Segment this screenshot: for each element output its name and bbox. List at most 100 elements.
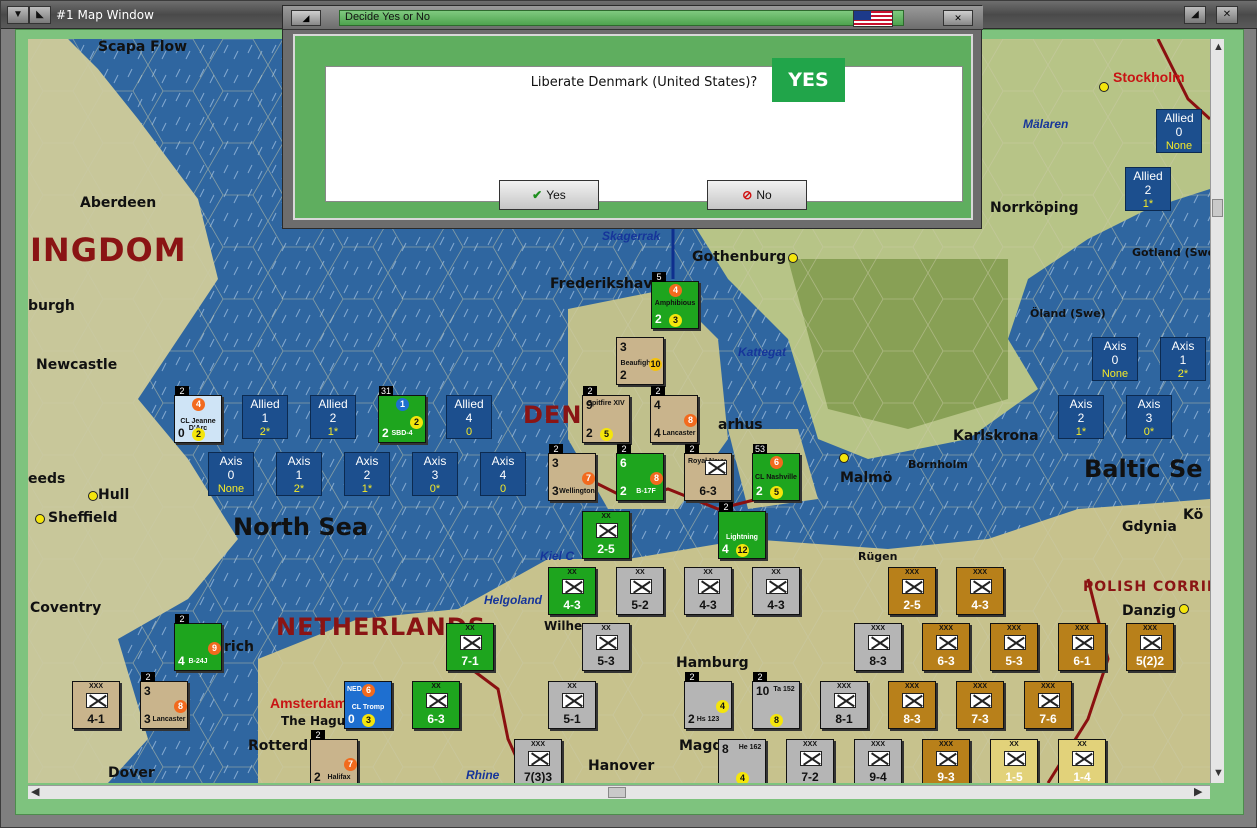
scroll-up-arrow-icon[interactable]: ▲ [1213,41,1224,53]
unit-strength: 8-1 [835,712,853,726]
ground-unit[interactable]: XX 1-5 [990,739,1038,783]
yes-button[interactable]: ✔ Yes [499,180,599,210]
axis-box-east-1[interactable]: Axis 1 2* [1160,337,1206,381]
ground-unit[interactable]: XX 4-3 [548,567,596,615]
axis-box-value: 2 [363,468,371,482]
axis-box-north-2[interactable]: Axis 2 1* [344,452,390,496]
unit-wellington[interactable]: 2 3 Wellington 3 7 [548,444,596,501]
ground-unit[interactable]: XXX 4-3 [956,567,1004,615]
allied-box-4[interactable]: Allied 4 0 [446,395,492,439]
city-label-norrkoping: Norrköping [990,200,1079,216]
unit-badge: 31 [379,386,393,396]
dialog-question: Liberate Denmark (United States)? [530,75,758,90]
axis-box-east-3[interactable]: Axis 3 0* [1126,395,1172,439]
vertical-scroll-thumb[interactable] [1212,199,1223,217]
axis-box-east-2[interactable]: Axis 2 1* [1058,395,1104,439]
scroll-down-arrow-icon[interactable]: ▼ [1213,767,1224,779]
unit-bottom-value: 4 [736,772,749,783]
city-marker-hull[interactable] [88,491,98,501]
axis-box-north-0[interactable]: Axis 0 None [208,452,254,496]
dialog-minimize-button[interactable]: ◢ [291,10,321,26]
city-label-sheffield: Sheffield [48,510,118,526]
axis-box-north-3[interactable]: Axis 3 0* [412,452,458,496]
ground-unit[interactable]: XX 4-3 [752,567,800,615]
allied-box-label: Allied [454,397,484,411]
scroll-right-arrow-icon[interactable]: ▶ [1194,786,1202,798]
ground-unit[interactable]: XXX 9-4 [854,739,902,783]
axis-box-north-4[interactable]: Axis 4 0 [480,452,526,496]
horizontal-scroll-thumb[interactable] [608,787,626,798]
allied-box-value: 1 [261,411,269,425]
city-label-hull: Hull [98,487,130,503]
unit-lancaster[interactable]: 2 4 Lancaster 4 8 [650,386,698,443]
unit-cl-tromp[interactable]: NED 6 CL Tromp 0 3 [344,681,392,729]
unit-he162[interactable]: 8 He 162 4 [718,739,766,783]
window-restore-button[interactable]: ◣ [29,6,51,24]
ground-unit[interactable]: XXX 7-6 [1024,681,1072,729]
ground-unit[interactable]: XXX 2-5 [888,567,936,615]
ground-unit[interactable]: XXX 8-3 [854,623,902,671]
unit-b24j[interactable]: 2 B-24J 4 9 [174,614,222,671]
ground-unit[interactable]: XXX 7-3 [956,681,1004,729]
ground-unit[interactable]: XXX 4-1 [72,681,120,729]
ground-unit[interactable]: XXX 9-3 [922,739,970,783]
allied-box-1[interactable]: Allied 2 1* [1125,167,1171,211]
dialog-close-button[interactable]: ✕ [943,10,973,26]
window-menu-button[interactable]: ▼ [7,6,29,24]
ground-unit[interactable]: XX 2-5 [582,511,630,559]
ground-unit[interactable]: XX 5-3 [582,623,630,671]
unit-cl-nashville[interactable]: 53 6 CL Nashville 2 5 [752,444,800,501]
unit-badge: 5 [652,272,666,282]
city-marker-malmo[interactable] [839,453,849,463]
window-minimize-button[interactable]: ◢ [1184,6,1206,24]
ground-unit[interactable]: XXX 5-3 [990,623,1038,671]
ground-unit[interactable]: XXX 8-1 [820,681,868,729]
unit-ta152[interactable]: 2 10 Ta 152 8 [752,672,800,729]
unit-spitfire[interactable]: 2 9 Spitfire XIV 2 5 [582,386,630,443]
ground-unit[interactable]: XXX 6-1 [1058,623,1106,671]
unit-lightning[interactable]: 2 Lightning 4 12 [718,502,766,559]
city-marker-gothenburg[interactable] [788,253,798,263]
city-marker-sheffield[interactable] [35,514,45,524]
window-close-button[interactable]: ✕ [1216,6,1238,24]
unit-size: XX [431,683,441,690]
vertical-scrollbar[interactable]: ▲ ▼ [1210,39,1224,783]
unit-badge: 53 [753,444,767,454]
ground-unit[interactable]: XX 6-3 [412,681,460,729]
ground-unit[interactable]: XXX 8-3 [888,681,936,729]
unit-strength: 1-5 [1005,770,1023,783]
unit-name: CL Tromp [351,704,385,711]
axis-box-sub: 1* [361,483,373,495]
ground-unit[interactable]: XX 5-1 [548,681,596,729]
unit-cl-jeanne-darc[interactable]: 24CL Jeanne D'Arc02 [174,386,222,443]
unit-halifax[interactable]: 2 Halifax 2 7 [310,730,358,783]
ground-unit[interactable]: XX 7-1 [446,623,494,671]
no-button[interactable]: ⊘ No [707,180,807,210]
allied-box-0[interactable]: Allied 0 None [1156,109,1202,153]
unit-hs123[interactable]: 2 Hs 123 2 4 [684,672,732,729]
unit-sbd4[interactable]: 31 1 SBD-4 2 2 [378,386,426,443]
allied-box-2[interactable]: Allied 1 2* [242,395,288,439]
city-label-edinburgh: burgh [28,298,75,314]
dialog-titlebar[interactable]: ◢ Decide Yes or No ✕ [283,6,983,30]
axis-box-east-0[interactable]: Axis 0 None [1092,337,1138,381]
axis-box-north-1[interactable]: Axis 1 2* [276,452,322,496]
ground-unit[interactable]: XXX 6-3 [922,623,970,671]
ground-unit[interactable]: XXX 5(2)2 [1126,623,1174,671]
ground-unit[interactable]: XX 4-3 [684,567,732,615]
unit-beaufighter[interactable]: 3 Beaufighter 2 10 [616,337,664,385]
unit-royal-navy[interactable]: 2Royal Navy6-3 [684,444,732,501]
unit-lancaster-2[interactable]: 2 3 Lancaster 3 8 [140,672,188,729]
ground-unit[interactable]: XXX 7-2 [786,739,834,783]
ground-unit[interactable]: XXX 7(3)3 [514,739,562,783]
ground-unit[interactable]: XX 5-2 [616,567,664,615]
unit-b17f[interactable]: 2 6 B-17F 2 8 [616,444,664,501]
horizontal-scrollbar[interactable]: ◀ ▶ [28,785,1210,799]
allied-box-3[interactable]: Allied 2 1* [310,395,356,439]
scroll-left-arrow-icon[interactable]: ◀ [31,786,39,798]
ground-unit[interactable]: XX 1-4 [1058,739,1106,783]
unit-amphibious[interactable]: 5 4 Amphibious 2 3 [651,272,699,329]
city-label-malmo: Malmö [840,470,893,486]
city-marker-stockholm[interactable] [1099,82,1109,92]
city-marker-danzig[interactable] [1179,604,1189,614]
